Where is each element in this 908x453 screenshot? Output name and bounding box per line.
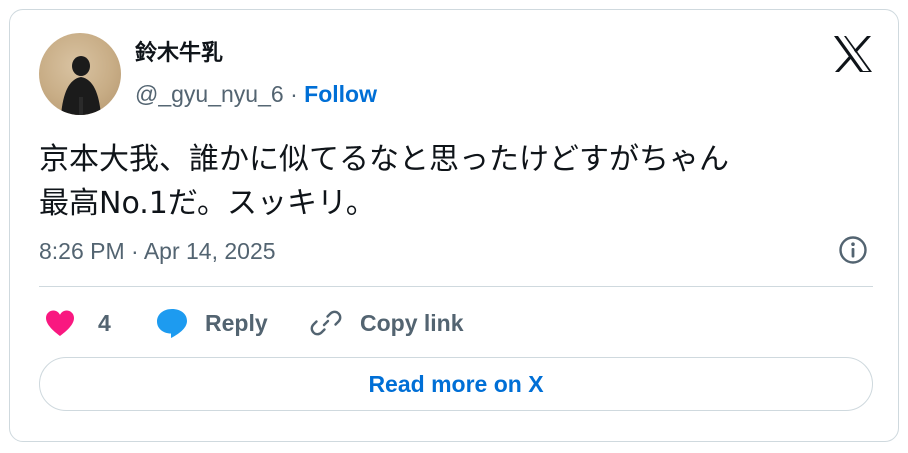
heart-icon [46,310,74,336]
read-more-button[interactable]: Read more on X [39,357,873,411]
copy-link-button[interactable]: Copy link [310,306,464,340]
avatar-silhouette [61,56,101,115]
handle-separator: · [290,81,298,107]
author-handle-line: @_gyu_nyu_6 · Follow [135,80,377,108]
tweet-timestamp[interactable]: 8:26 PM · Apr 14, 2025 [39,237,276,265]
info-icon[interactable] [838,235,868,265]
like-count: 4 [98,310,111,336]
link-icon [310,310,342,336]
divider [39,286,873,287]
like-button[interactable]: 4 [44,306,111,340]
reply-button[interactable]: Reply [155,306,268,340]
author-handle[interactable]: @_gyu_nyu_6 [135,81,284,107]
reply-label: Reply [205,310,268,336]
follow-button[interactable]: Follow [304,81,377,107]
tweet-line: 最高No.1だ。スッキリ。 [39,186,376,221]
tweet-card: 鈴木牛乳 @_gyu_nyu_6 · Follow 京本大我、誰かに似てるなと思… [9,9,899,442]
avatar[interactable] [39,33,121,115]
tweet-line: 京本大我、誰かに似てるなと思ったけどすがちゃん [39,142,729,177]
tweet-text: 京本大我、誰かに似てるなと思ったけどすがちゃん 最高No.1だ。スッキリ。 [39,138,869,226]
author-name[interactable]: 鈴木牛乳 [135,41,223,67]
x-logo-icon[interactable] [833,35,873,73]
speech-bubble-icon [157,309,187,338]
copy-link-label: Copy link [360,310,464,336]
